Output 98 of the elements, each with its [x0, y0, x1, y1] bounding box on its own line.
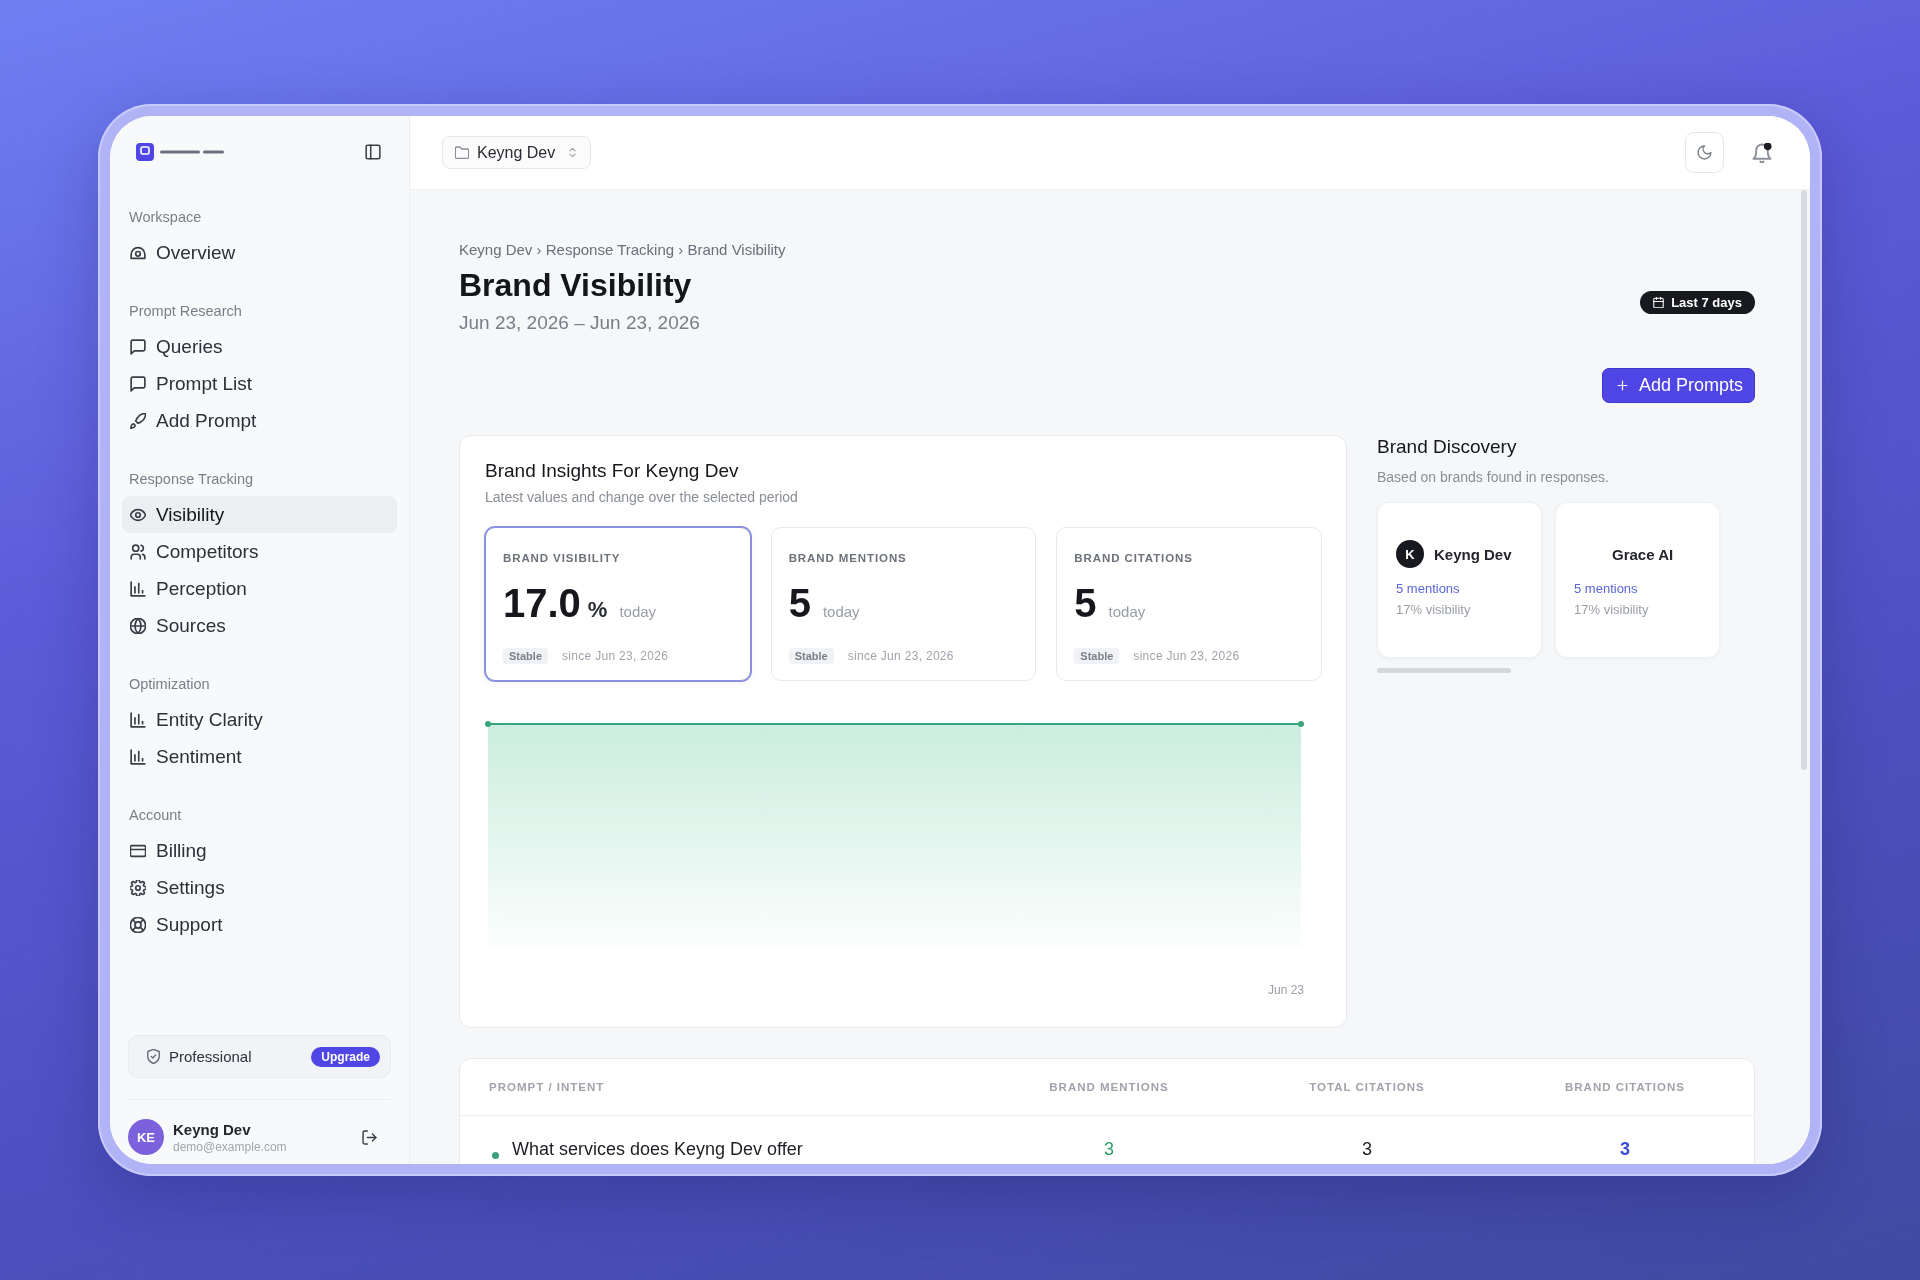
folder-icon: [455, 145, 469, 160]
column-header: BRAND MENTIONS: [1049, 1081, 1169, 1093]
sidebar-item[interactable]: Support: [122, 906, 397, 943]
bar-chart-icon: [130, 748, 146, 765]
column-header: TOTAL CITATIONS: [1309, 1081, 1425, 1093]
sidebar-item[interactable]: Competitors: [122, 533, 397, 570]
metric-card[interactable]: BRAND MENTIONS 5 today Stable since Jun 23, 2026: [770, 527, 1037, 681]
chevrons-icon: [567, 147, 579, 158]
moon-icon: [1697, 145, 1712, 160]
sidebar-item[interactable]: Sentiment: [122, 738, 397, 775]
sidebar-item[interactable]: Entity Clarity: [122, 701, 397, 738]
logout-button[interactable]: [362, 1129, 377, 1145]
section-subtitle: Based on brands found in responses.: [1377, 468, 1610, 486]
metric-value: 5: [788, 581, 811, 625]
shield-check-icon: [146, 1049, 161, 1064]
section-label: Account: [128, 806, 183, 825]
sidebar-item[interactable]: Sources: [122, 607, 397, 644]
calendar-icon: [1653, 297, 1665, 308]
notifications-button[interactable]: [1752, 142, 1772, 163]
section-title: Brand Discovery: [1377, 435, 1518, 459]
user-email: demo@example.com: [173, 1138, 288, 1155]
table-cell: 3: [1362, 1138, 1372, 1160]
plan-name: Professional: [169, 1048, 253, 1065]
brand-visibility: 17% visibility: [1396, 601, 1472, 619]
metric-since: since Jun 23, 2026: [1133, 649, 1240, 663]
user-name: Keyng Dev: [173, 1119, 252, 1139]
settings-icon: [130, 879, 146, 896]
section-label: Optimization: [128, 675, 211, 694]
brand-visibility: 17% visibility: [1574, 601, 1650, 619]
credit-card-icon: [130, 842, 146, 859]
metric-period: today: [1108, 602, 1146, 622]
rocket-icon: [130, 412, 146, 429]
axis-label: Jun 23: [1266, 982, 1304, 998]
column-header: BRAND CITATIONS: [1565, 1081, 1685, 1093]
sidebar-item[interactable]: Visibility: [122, 496, 397, 533]
section-label: Prompt Research: [128, 302, 243, 321]
sidebar-item[interactable]: Perception: [122, 570, 397, 607]
sidebar-item[interactable]: Prompt List: [122, 365, 397, 402]
metric-period: today: [619, 602, 657, 622]
trend-badge: Stable: [788, 648, 834, 664]
eye-icon: [130, 506, 146, 523]
user-avatar: KE: [128, 1119, 164, 1155]
globe-icon: [130, 617, 146, 634]
section-label: Workspace: [128, 208, 203, 227]
card-subtitle: Latest values and change over the selected period: [485, 488, 799, 506]
date-range: Jun 23, 2026 – Jun 23, 2026: [459, 311, 701, 335]
brand-card[interactable]: Grace AI 5 mentions 17% visibility: [1555, 502, 1720, 658]
brand-mentions: 5 mentions: [1396, 580, 1461, 598]
bar-chart-icon: [130, 711, 146, 728]
workspace-selector[interactable]: Keyng Dev: [442, 136, 592, 169]
section-label: Response Tracking: [128, 470, 255, 489]
page-title: Brand Visibility: [459, 266, 693, 304]
metric-label: BRAND MENTIONS: [788, 551, 908, 565]
add-prompts-button[interactable]: Add Prompts: [1601, 368, 1755, 403]
period-selector[interactable]: Last 7 days: [1640, 291, 1755, 314]
sidebar-item[interactable]: Add Prompt: [122, 402, 397, 439]
plus-icon: [1615, 379, 1629, 392]
sidebar-item[interactable]: Settings: [122, 869, 397, 906]
trend-badge: Stable: [503, 648, 548, 664]
logout-icon: [362, 1129, 377, 1145]
collapse-sidebar-button[interactable]: [365, 144, 381, 160]
chat-icon: [130, 375, 146, 392]
theme-toggle-button[interactable]: [1685, 132, 1724, 173]
metric-card[interactable]: BRAND VISIBILITY 17.0 % today Stable since Jun 23, 2026: [485, 527, 751, 681]
panel-icon: [365, 144, 381, 160]
metric-value: 17.0: [503, 581, 581, 625]
breadcrumb: Keyng Dev › Response Tracking › Brand Visibility: [459, 240, 786, 260]
metric-since: since Jun 23, 2026: [847, 649, 954, 663]
metric-since: since Jun 23, 2026: [562, 649, 669, 663]
bar-chart-icon: [130, 580, 146, 597]
metric-period: today: [822, 602, 860, 622]
lifebuoy-icon: [130, 916, 146, 933]
metric-label: BRAND CITATIONS: [1074, 551, 1194, 565]
column-header: PROMPT / INTENT: [489, 1081, 605, 1093]
bell-icon: [1752, 142, 1772, 163]
brand-name: Grace AI: [1612, 545, 1674, 563]
brand-mentions: 5 mentions: [1574, 580, 1639, 598]
metric-label: BRAND VISIBILITY: [503, 551, 622, 565]
chat-icon: [130, 338, 146, 355]
metric-value: 5: [1074, 581, 1097, 625]
card-title: Brand Insights For Keyng Dev: [485, 459, 740, 483]
brand-avatar: K: [1396, 540, 1424, 568]
sidebar-item[interactable]: Billing: [122, 832, 397, 869]
metric-card[interactable]: BRAND CITATIONS 5 today Stable since Jun 23, 2026: [1056, 527, 1322, 681]
users-icon: [130, 543, 146, 560]
upgrade-button[interactable]: Upgrade: [311, 1046, 380, 1067]
trend-badge: Stable: [1074, 648, 1120, 664]
prompt-text: What services does Keyng Dev offer: [512, 1138, 803, 1160]
sidebar-item[interactable]: Queries: [122, 328, 397, 365]
sidebar-item[interactable]: Overview: [122, 234, 397, 271]
metric-unit: %: [587, 596, 608, 624]
scrollbar[interactable]: [1377, 668, 1511, 673]
brand-name: Keyng Dev: [1434, 545, 1512, 563]
brand-card[interactable]: K Keyng Dev 5 mentions 17% visibility: [1377, 502, 1542, 658]
scrollbar[interactable]: [1801, 190, 1807, 770]
gauge-icon: [130, 244, 146, 261]
table-cell: 3: [1104, 1138, 1114, 1160]
table-cell: 3: [1620, 1138, 1630, 1160]
